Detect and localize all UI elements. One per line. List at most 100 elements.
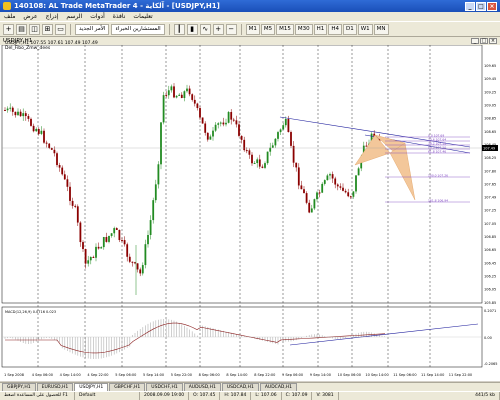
maximize-button[interactable]: □ bbox=[476, 1, 486, 11]
market-watch-icon[interactable]: ◫ bbox=[29, 23, 40, 35]
price-tick-label: 109.45 bbox=[484, 77, 496, 81]
profiles-icon[interactable]: ▤ bbox=[16, 23, 27, 35]
time-tick-label: 8 Sep 22:00 bbox=[254, 373, 275, 377]
candle-body bbox=[61, 167, 64, 175]
chart-tab-usdjpy-h1[interactable]: USDJPY,H1 bbox=[74, 383, 109, 391]
menu-item-4[interactable]: أدوات bbox=[90, 13, 105, 20]
candle-body bbox=[323, 180, 326, 184]
candle-body bbox=[48, 143, 51, 148]
candle-body bbox=[131, 261, 134, 263]
zoom-out-icon[interactable]: − bbox=[225, 23, 237, 35]
timeframe-mn[interactable]: MN bbox=[373, 23, 389, 35]
timeframe-m5[interactable]: M5 bbox=[260, 23, 276, 35]
candle-body bbox=[212, 130, 214, 137]
chart-tab-gbpchf-h1[interactable]: GBPCHF,H1 bbox=[109, 383, 146, 391]
candlestick-icon[interactable]: ▮ bbox=[186, 23, 198, 35]
timeframe-w1[interactable]: W1 bbox=[357, 23, 373, 35]
minimize-button[interactable]: _ bbox=[465, 1, 475, 11]
candle-body bbox=[69, 186, 71, 201]
timeframe-m15[interactable]: M15 bbox=[276, 23, 294, 35]
chart-restore-button[interactable]: □ bbox=[480, 38, 488, 44]
chart-tab-usdchf-h1[interactable]: USDCHF,H1 bbox=[146, 383, 183, 391]
candle-body bbox=[334, 178, 337, 185]
candle-body bbox=[53, 149, 56, 154]
candle-body bbox=[329, 174, 331, 176]
candle-body bbox=[271, 145, 274, 148]
candle-body bbox=[318, 192, 321, 194]
chart-tab-gbpjpy-h1[interactable]: GBPJPY,H1 bbox=[2, 383, 36, 391]
candle-body bbox=[344, 190, 347, 193]
chart-tab-audcad-h1[interactable]: AUDCAD,H1 bbox=[259, 383, 298, 391]
menu-item-5[interactable]: نافذة bbox=[113, 13, 126, 20]
timeframe-h1[interactable]: H1 bbox=[313, 23, 328, 35]
chart-tab-audusd-h1[interactable]: AUDUSD,H1 bbox=[183, 383, 221, 391]
menu-item-1[interactable]: عرض bbox=[23, 13, 37, 20]
menu-item-2[interactable]: إدراج bbox=[46, 13, 59, 20]
chart-tab-usdcad-h1[interactable]: USDCAD,H1 bbox=[221, 383, 259, 391]
candle-body bbox=[269, 147, 272, 152]
experts-button[interactable]: المستشارين الخبراء bbox=[111, 23, 165, 35]
candle-body bbox=[279, 129, 282, 133]
candle-body bbox=[227, 112, 230, 123]
candle-body bbox=[167, 90, 170, 96]
candle-body bbox=[22, 113, 25, 117]
candle-body bbox=[222, 122, 225, 125]
candle-body bbox=[6, 108, 9, 111]
candle-body bbox=[326, 175, 329, 181]
candle-body bbox=[123, 240, 126, 245]
terminal-icon[interactable]: ▭ bbox=[55, 23, 66, 35]
candle-body bbox=[136, 263, 139, 270]
time-tick-label: 5 Sep 22:00 bbox=[171, 373, 192, 377]
menu-item-0[interactable]: ملف bbox=[4, 13, 15, 20]
candle-body bbox=[149, 220, 152, 235]
price-tick-label: 108.65 bbox=[484, 130, 496, 134]
timeframe-m30[interactable]: M30 bbox=[294, 23, 313, 35]
timeframe-h4[interactable]: H4 bbox=[328, 23, 342, 35]
time-tick-label: 11 Sep 22:00 bbox=[449, 373, 472, 377]
chart-close-button[interactable]: × bbox=[489, 38, 497, 44]
timeframe-d1[interactable]: D1 bbox=[342, 23, 357, 35]
navigator-icon[interactable]: ⊞ bbox=[42, 23, 53, 35]
bar-chart-icon[interactable]: ┃ bbox=[173, 23, 185, 35]
price-tick-label: 106.25 bbox=[484, 275, 496, 279]
new-order-button[interactable]: الأمر الجديد bbox=[75, 23, 110, 35]
line-chart-icon[interactable]: ∿ bbox=[199, 23, 211, 35]
oscillator-tick-label: 0.2071 bbox=[484, 309, 496, 313]
time-tick-label: 10 Sep 06:00 bbox=[338, 373, 361, 377]
zoom-in-icon[interactable]: + bbox=[212, 23, 224, 35]
menu-item-6[interactable]: تعليمات bbox=[133, 13, 152, 20]
candle-body bbox=[225, 122, 227, 125]
new-chart-icon[interactable]: + bbox=[3, 23, 14, 35]
candle-body bbox=[251, 154, 253, 164]
candle-body bbox=[256, 159, 259, 164]
price-tick-label: 108.25 bbox=[484, 156, 496, 160]
time-tick-label: 1 Sep 2008 bbox=[4, 373, 24, 377]
candle-body bbox=[79, 222, 82, 243]
close-button[interactable]: × bbox=[487, 1, 497, 11]
candle-body bbox=[92, 256, 95, 258]
candle-body bbox=[313, 199, 316, 209]
candle-body bbox=[50, 147, 53, 150]
menu-item-3[interactable]: الرسم bbox=[66, 13, 82, 20]
candle-body bbox=[300, 185, 303, 190]
candle-body bbox=[147, 234, 149, 245]
candle-body bbox=[173, 86, 175, 98]
fib-level-label: 161.8 106.94 bbox=[428, 199, 448, 203]
price-chart[interactable]: 109.65 109.45 109.25 109.05 108.85 108.65 108.… bbox=[0, 45, 500, 381]
metatrader-logo-icon bbox=[3, 2, 11, 10]
candle-body bbox=[71, 200, 74, 206]
time-tick-label: 8 Sep 06:00 bbox=[199, 373, 220, 377]
price-tick-label: 107.80 bbox=[484, 169, 496, 173]
candle-body bbox=[108, 235, 110, 242]
time-tick-label: 10 Sep 14:00 bbox=[365, 373, 388, 377]
price-tick-label: 107.49 bbox=[484, 196, 496, 200]
chart-area[interactable]: 109.65 109.45 109.25 109.05 108.85 108.65 108.… bbox=[0, 41, 500, 381]
candle-body bbox=[121, 240, 123, 242]
candle-body bbox=[310, 208, 313, 213]
candle-body bbox=[110, 233, 113, 236]
candle-body bbox=[235, 120, 238, 125]
timeframe-m1[interactable]: M1 bbox=[245, 23, 260, 35]
chart-minimize-button[interactable]: _ bbox=[471, 38, 479, 44]
chart-tab-eurusd-h1[interactable]: EURUSD,H1 bbox=[36, 383, 74, 391]
candle-body bbox=[230, 112, 233, 120]
